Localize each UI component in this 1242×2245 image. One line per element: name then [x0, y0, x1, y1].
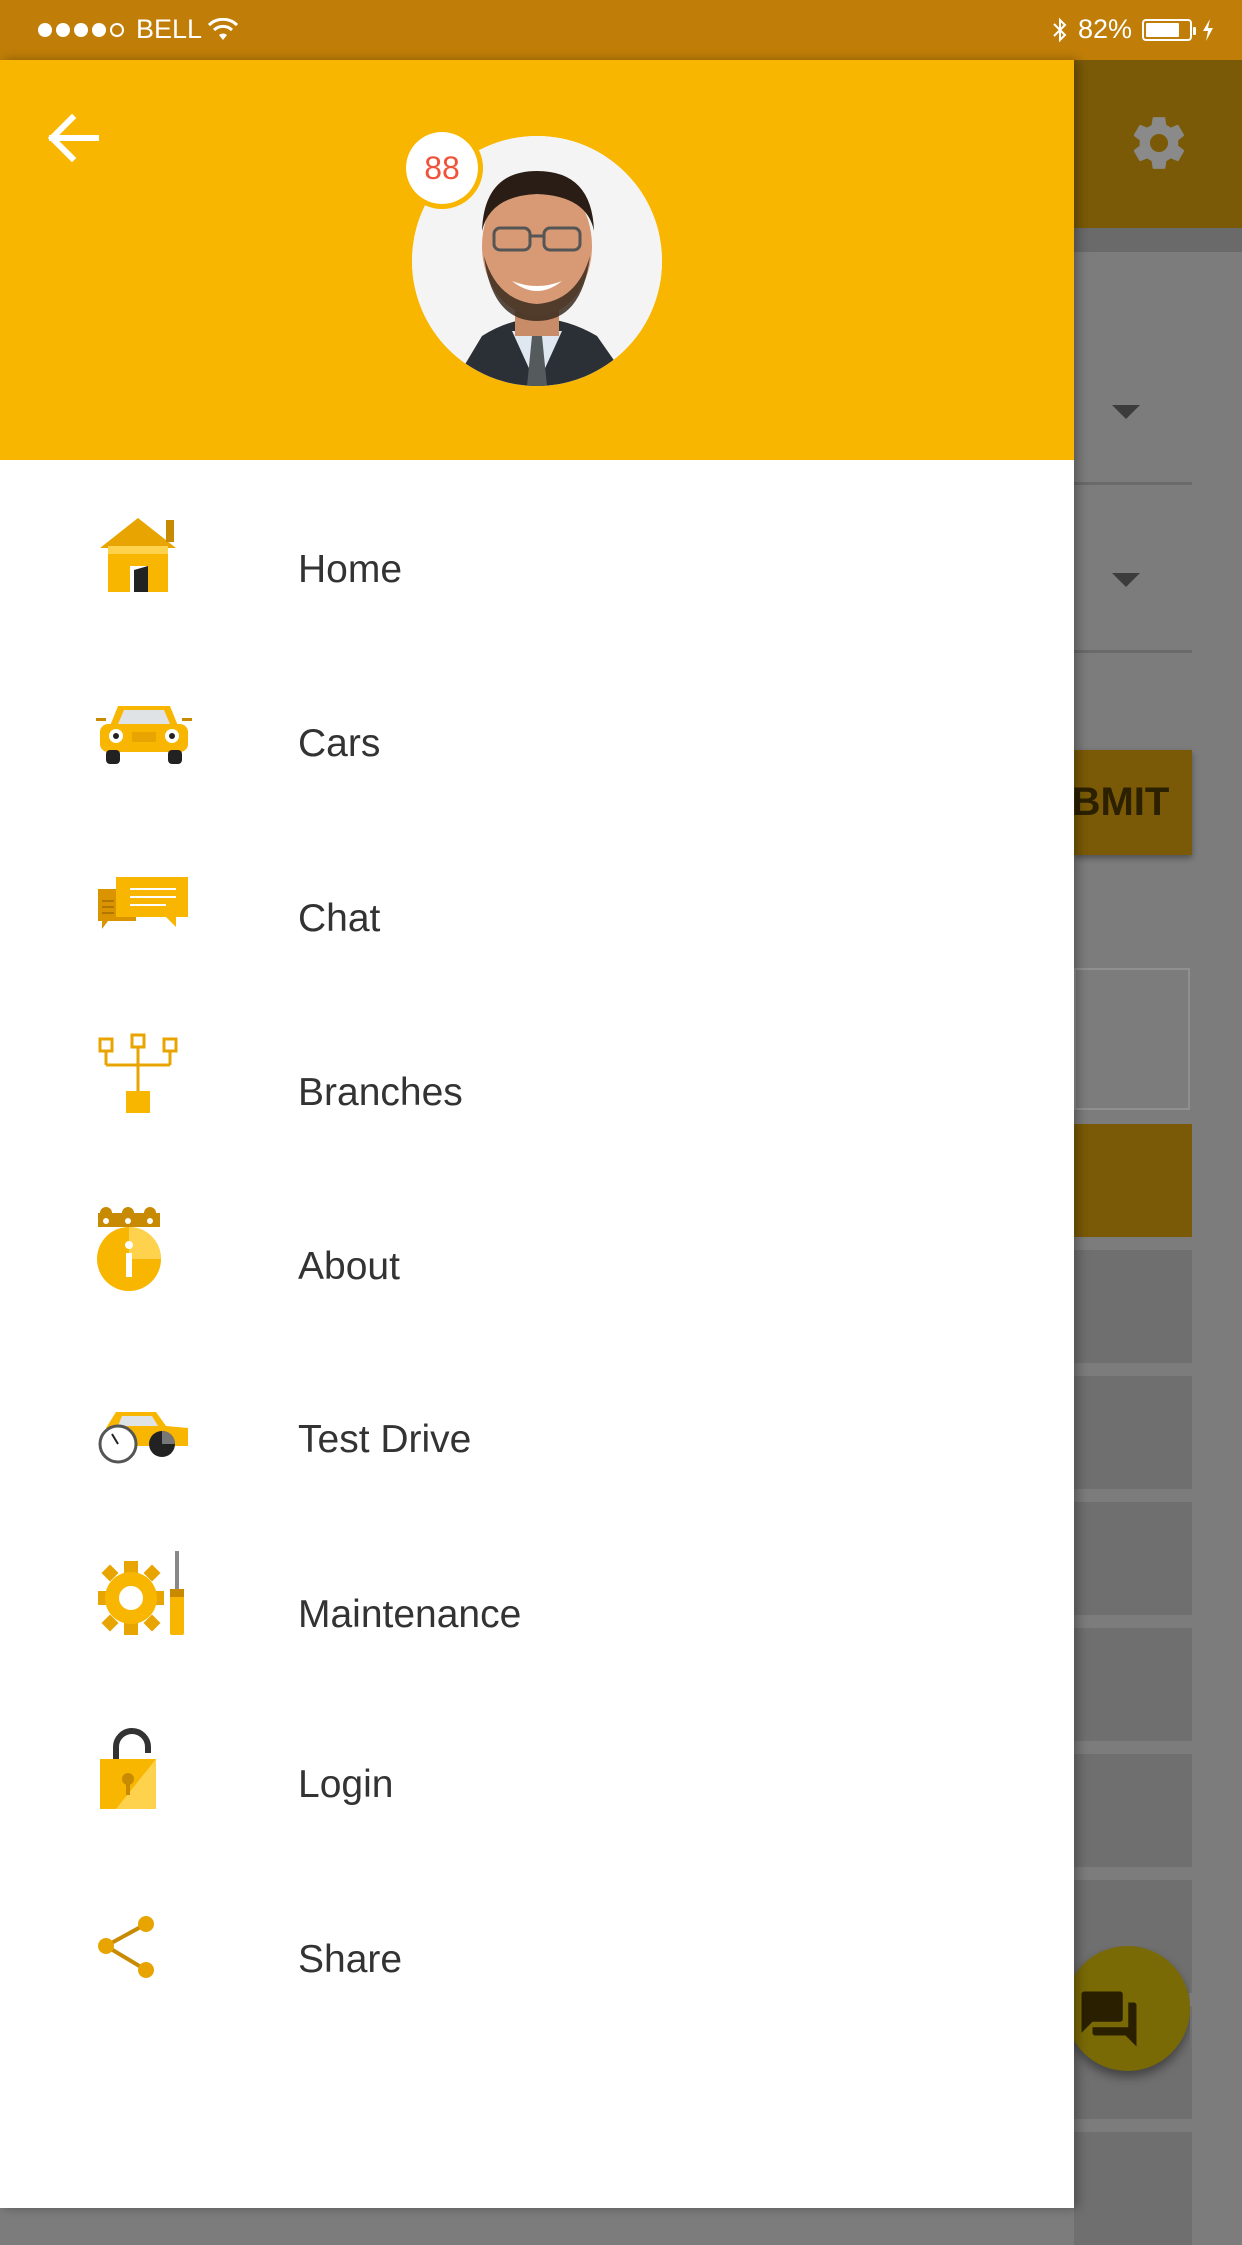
status-bar: BELL 82%: [0, 0, 1242, 60]
menu-label: Cars: [298, 722, 381, 765]
list-row[interactable]: [1074, 1250, 1192, 1363]
dropdown-caret-icon[interactable]: [1112, 405, 1140, 419]
forum-icon: [1081, 1991, 1137, 2047]
lock-icon: [100, 1728, 156, 1809]
charging-icon: [1203, 18, 1213, 41]
menu-item-chat[interactable]: Chat: [0, 849, 1074, 999]
test-drive-icon: [98, 1412, 188, 1464]
menu-label: About: [298, 1245, 400, 1288]
battery-percent: 82%: [1077, 14, 1132, 44]
car-icon: [96, 706, 192, 764]
share-icon: [98, 1916, 154, 1978]
notification-badge: 88: [406, 132, 478, 204]
list-row[interactable]: [1074, 1628, 1192, 1741]
menu-label: Branches: [298, 1071, 463, 1114]
dropdown-underline: [1074, 650, 1192, 653]
profile-avatar-wrapper[interactable]: 88: [406, 132, 662, 386]
list-row[interactable]: [1074, 1754, 1192, 1867]
menu-item-home[interactable]: Home: [0, 500, 1074, 650]
menu-item-share[interactable]: Share: [0, 1890, 1074, 2040]
menu-label: Login: [298, 1763, 394, 1806]
carrier-name: BELL: [136, 14, 203, 44]
menu-item-test-drive[interactable]: Test Drive: [0, 1370, 1074, 1520]
dropdown-underline: [1074, 482, 1192, 485]
branches-icon: [98, 1033, 178, 1113]
menu-label: Home: [298, 548, 403, 591]
status-right: 82%: [1052, 14, 1214, 45]
status-left: BELL: [38, 14, 239, 45]
menu-item-login[interactable]: Login: [0, 1715, 1074, 1865]
chat-fab-button[interactable]: [1065, 1946, 1190, 2106]
back-arrow-icon[interactable]: [44, 108, 104, 168]
bluetooth-icon: [1053, 17, 1067, 42]
submit-button[interactable]: SUBMIT: [1074, 750, 1192, 855]
menu-item-about[interactable]: About: [0, 1197, 1074, 1347]
drawer-header: 88: [0, 60, 1074, 460]
navigation-drawer: 88 Home Cars Chat Branches About Test Dr…: [0, 60, 1074, 2208]
menu-label: Maintenance: [298, 1593, 522, 1636]
wifi-icon: [208, 17, 239, 40]
list-row[interactable]: [1074, 1502, 1192, 1615]
list-row[interactable]: [1074, 1376, 1192, 1489]
highlight-bar: [1074, 1124, 1192, 1237]
menu-item-maintenance[interactable]: Maintenance: [0, 1545, 1074, 1695]
chat-icon: [98, 877, 188, 929]
dropdown-caret-icon[interactable]: [1112, 573, 1140, 587]
menu-label: Test Drive: [298, 1418, 472, 1461]
menu-item-cars[interactable]: Cars: [0, 674, 1074, 824]
menu-label: Chat: [298, 897, 381, 940]
settings-gear-icon[interactable]: [1128, 112, 1190, 174]
background-shadow: [1074, 228, 1242, 252]
menu-item-branches[interactable]: Branches: [0, 1023, 1074, 1173]
list-row[interactable]: [1074, 2132, 1192, 2245]
maintenance-icon: [98, 1551, 184, 1635]
signal-strength-icon: [38, 22, 124, 37]
battery-icon: [1142, 18, 1196, 41]
home-icon: [100, 518, 176, 592]
about-icon: [97, 1207, 161, 1291]
text-input[interactable]: [1074, 968, 1190, 1110]
menu-label: Share: [298, 1938, 403, 1981]
